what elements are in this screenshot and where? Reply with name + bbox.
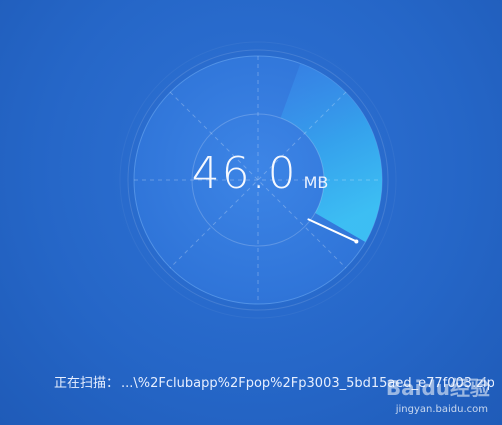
scanned-size-unit: MB	[303, 173, 329, 192]
baidu-watermark: Baidu经验 jingyan.baidu.com	[364, 372, 494, 422]
baidu-jingyan-logo: Baidu经验	[385, 376, 490, 400]
scanned-size-readout: 46.0 MB	[150, 148, 370, 208]
scanned-size-value: 46.0	[191, 148, 298, 199]
watermark-url: jingyan.baidu.com	[395, 404, 488, 415]
scan-status-label: 正在扫描：	[54, 376, 120, 391]
scan-panel: 46.0 MB 正在扫描： ...\%2Fclubapp%2Fpop%2Fp300…	[0, 0, 502, 425]
needle-tip-dot	[354, 239, 359, 244]
